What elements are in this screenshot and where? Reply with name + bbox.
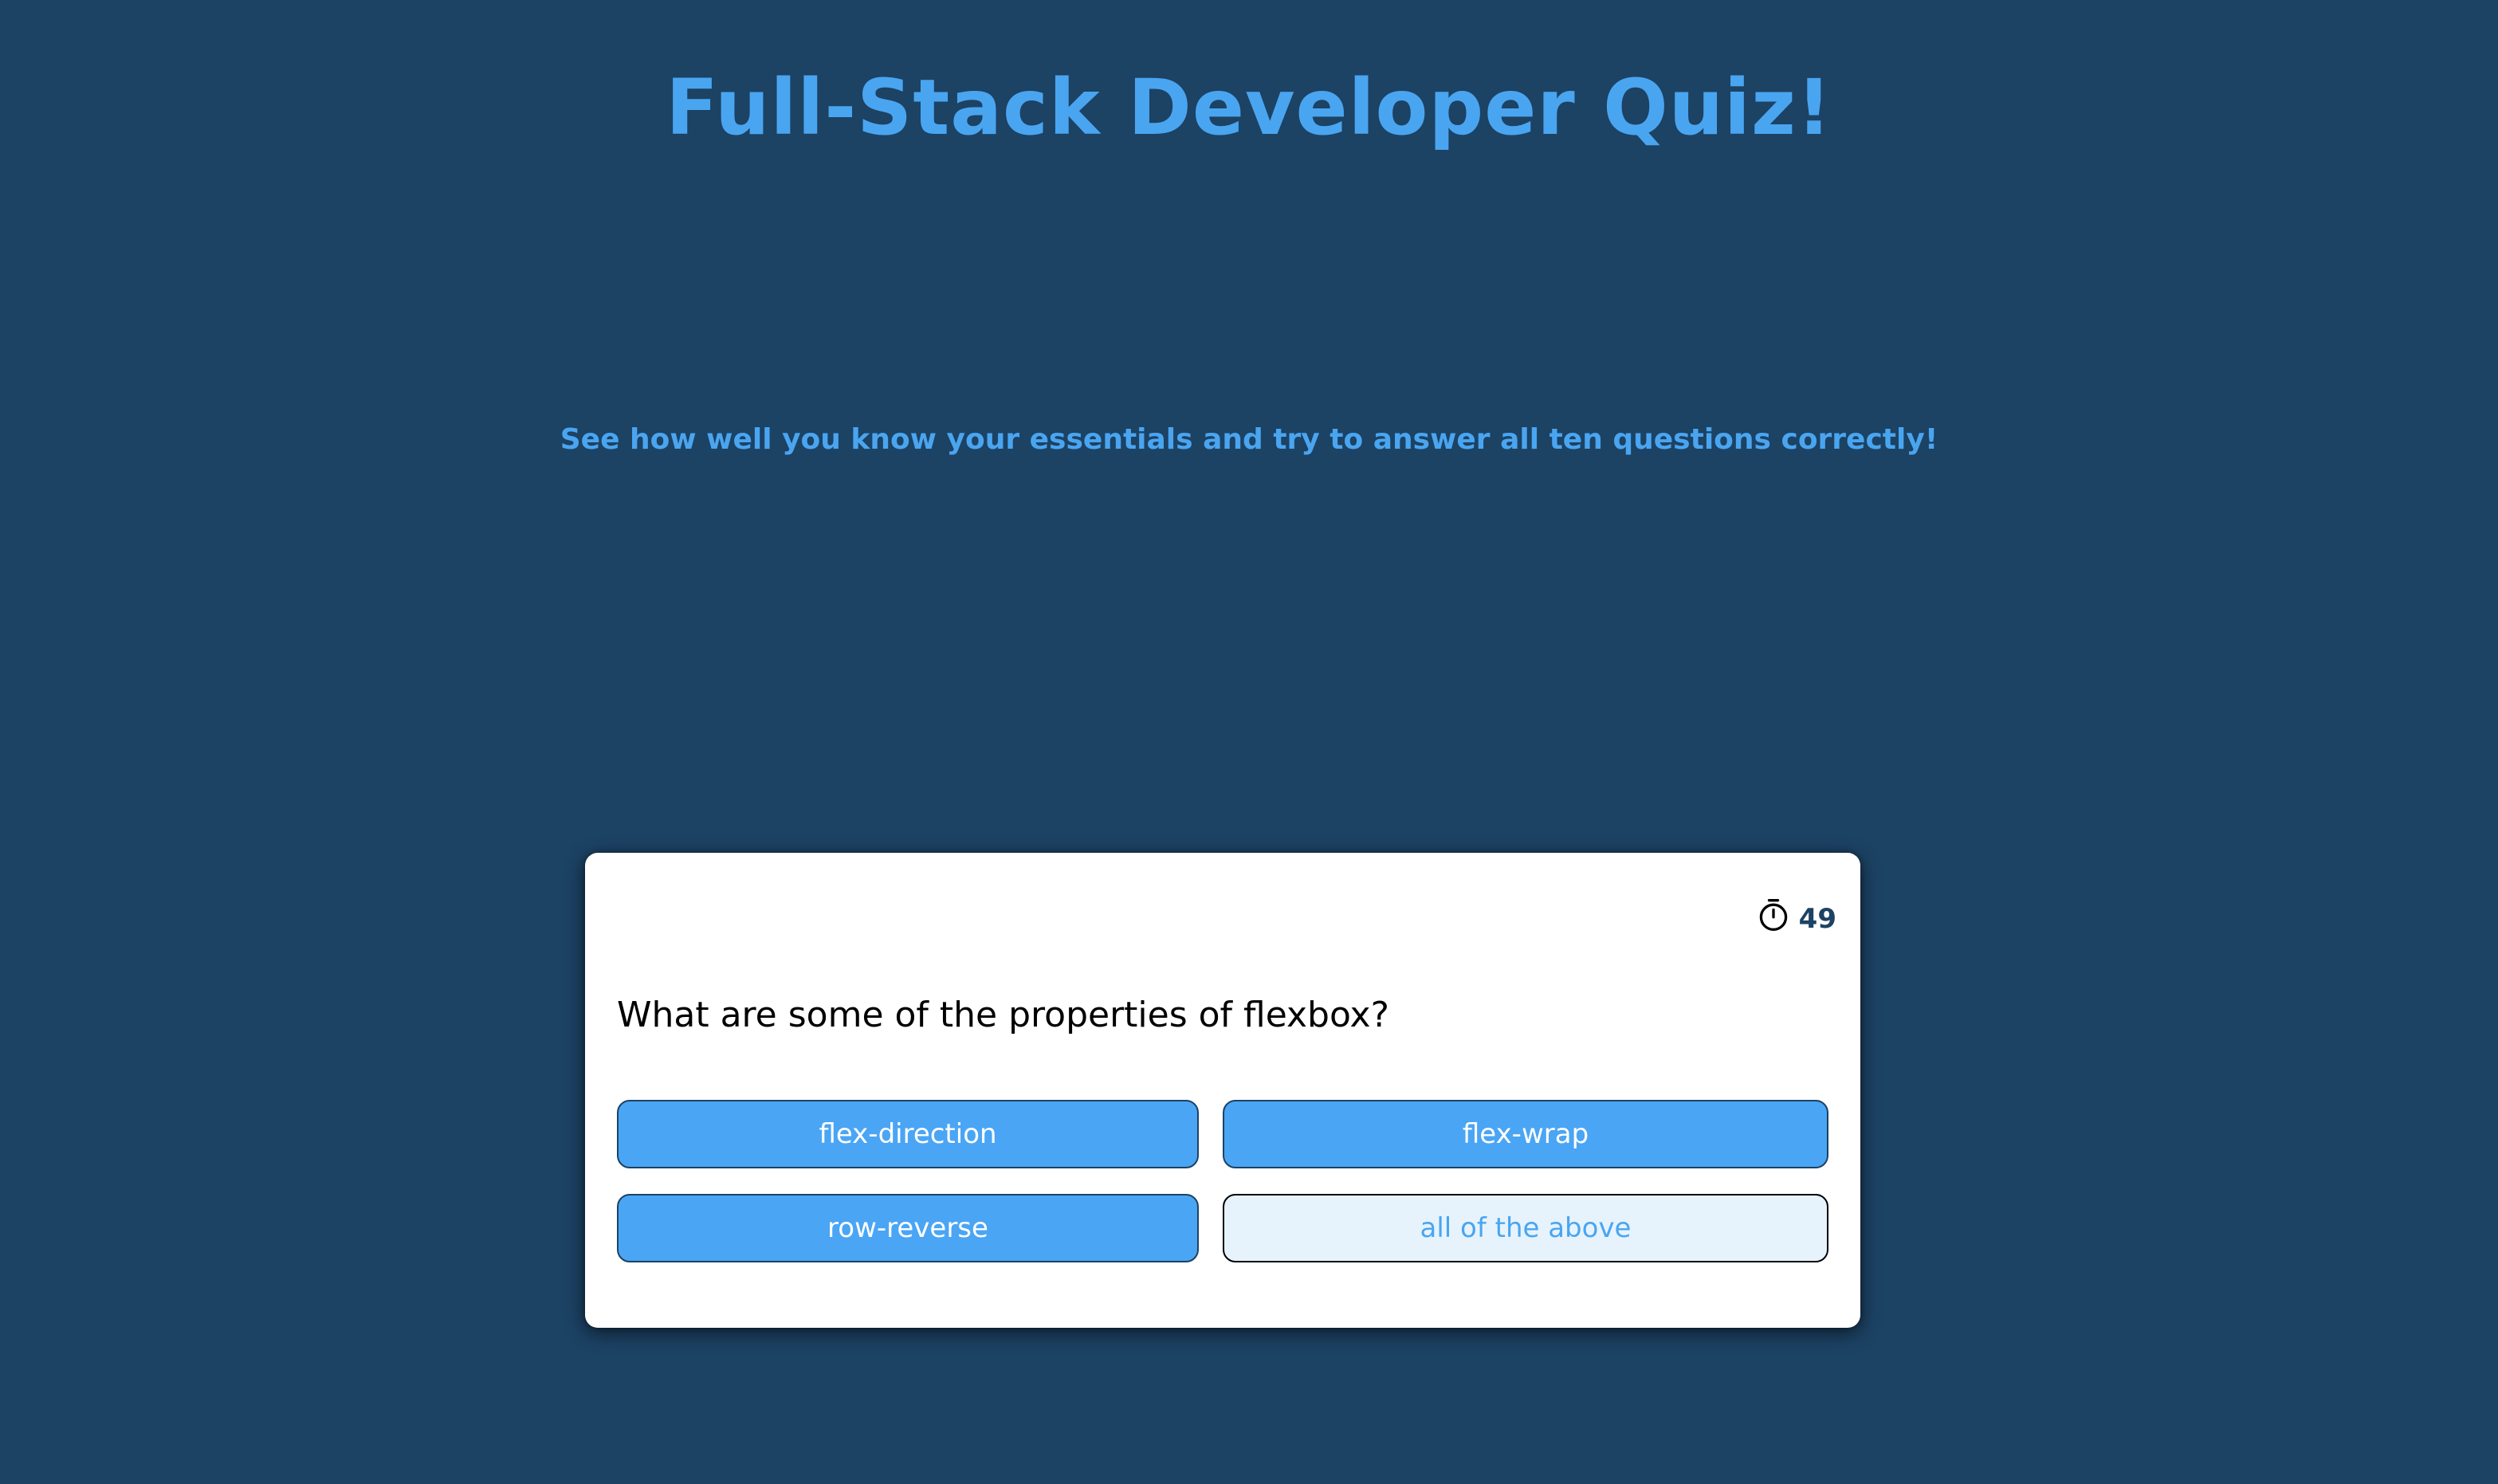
answer-button-flex-wrap[interactable]: flex-wrap (1223, 1100, 1828, 1168)
answer-button-all-of-the-above[interactable]: all of the above (1223, 1194, 1828, 1262)
timer-value: 49 (1798, 902, 1836, 935)
question-text: What are some of the properties of flexb… (617, 995, 1389, 1035)
quiz-card: 49 What are some of the properties of fl… (585, 853, 1860, 1328)
stopwatch-icon (1756, 897, 1791, 940)
page-title: Full-Stack Developer Quiz! (666, 63, 1832, 152)
timer: 49 (1756, 897, 1836, 940)
answer-button-flex-direction[interactable]: flex-direction (617, 1100, 1199, 1168)
answer-button-row-reverse[interactable]: row-reverse (617, 1194, 1199, 1262)
page-subtitle: See how well you know your essentials an… (560, 423, 1938, 456)
